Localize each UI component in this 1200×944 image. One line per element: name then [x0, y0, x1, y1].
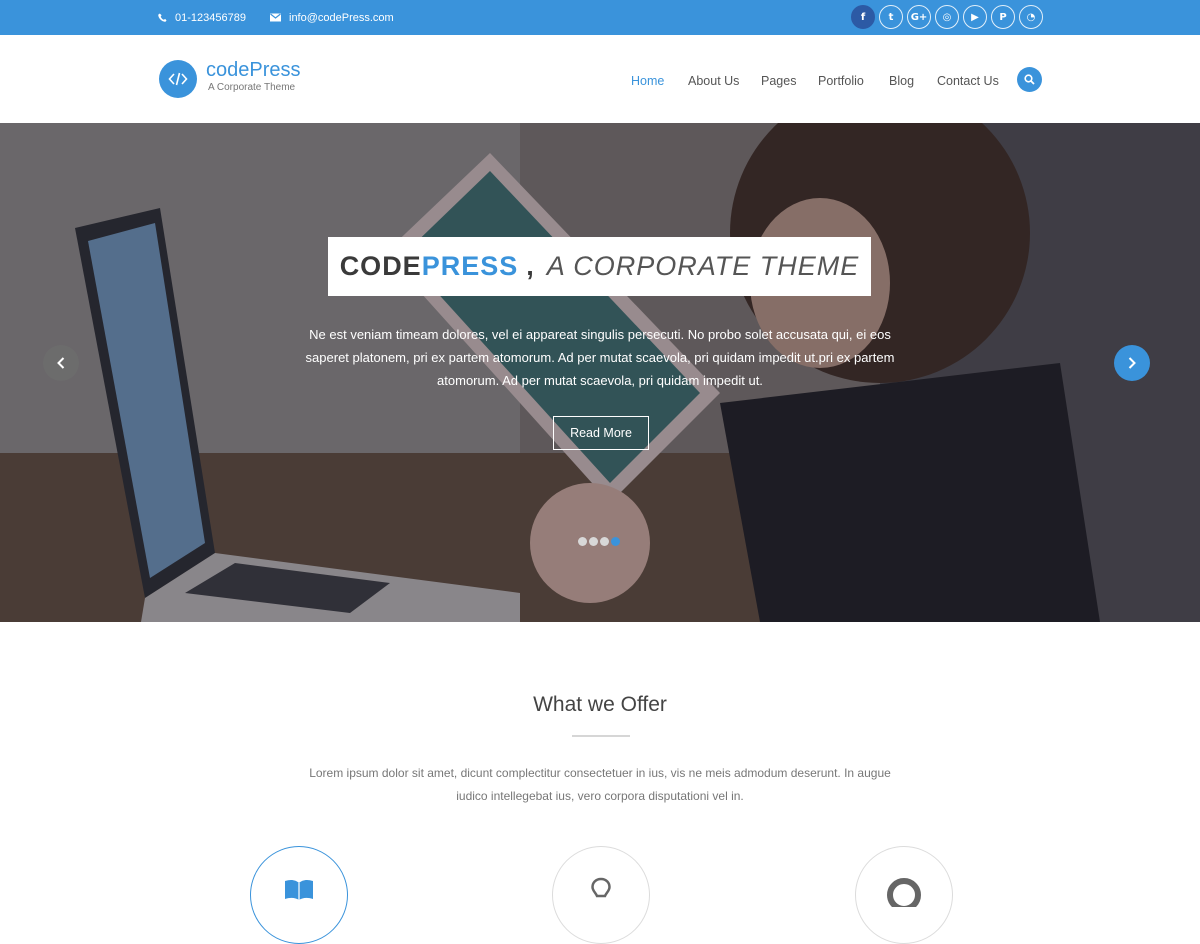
- slider-dot-4[interactable]: [611, 537, 620, 546]
- slider-dot-1[interactable]: [578, 537, 587, 546]
- code-icon: [168, 72, 188, 86]
- read-more-button[interactable]: Read More: [553, 416, 649, 450]
- feature-support[interactable]: [855, 846, 953, 944]
- search-button[interactable]: [1017, 67, 1042, 92]
- section-description: Lorem ipsum dolor sit amet, dicunt compl…: [309, 766, 891, 803]
- site-header: codePress A Corporate Theme Home About U…: [0, 35, 1200, 123]
- instagram-icon[interactable]: ◎: [935, 5, 959, 29]
- hero-title-press: PRESS: [421, 251, 519, 281]
- facebook-icon[interactable]: f: [851, 5, 875, 29]
- section-title: What we Offer: [533, 693, 667, 716]
- hero-description: Ne est veniam timeam dolores, vel ei app…: [305, 327, 895, 388]
- lightbulb-icon: [591, 877, 611, 898]
- book-icon: [285, 879, 313, 900]
- twitter-icon[interactable]: t: [879, 5, 903, 29]
- site-title[interactable]: codePress: [206, 59, 301, 82]
- lifebuoy-icon: [887, 878, 921, 907]
- search-icon: [1024, 74, 1035, 85]
- phone-icon: [158, 13, 167, 22]
- chevron-left-icon: [57, 357, 65, 369]
- hero-slider: CODE PRESS, A CORPORATE THEME Ne est venia…: [0, 123, 1200, 622]
- slider-dot-2[interactable]: [589, 537, 598, 546]
- hero-title-code: CODE: [339, 251, 422, 281]
- title-divider: [572, 735, 630, 737]
- contact-email[interactable]: info@codePress.com: [270, 0, 394, 35]
- envelope-icon: [270, 13, 281, 22]
- slider-dot-3[interactable]: [600, 537, 609, 546]
- logo-mark[interactable]: [159, 60, 197, 98]
- site-tagline: A Corporate Theme: [208, 82, 296, 93]
- nav-portfolio[interactable]: Portfolio: [818, 74, 864, 88]
- nav-about-us[interactable]: About Us: [688, 74, 739, 88]
- slider-prev-button[interactable]: [43, 345, 79, 381]
- phone-number: 01-123456789: [175, 11, 246, 24]
- hero-title-comma: ,: [526, 251, 535, 281]
- top-bar: 01-123456789 info@codePress.com f t G+ ◎ ▶ P ◔: [0, 0, 1200, 35]
- hero-title-tagline: A CORPORATE THEME: [546, 251, 860, 281]
- slider-pagination: [578, 537, 622, 546]
- rss-icon[interactable]: ◔: [1019, 5, 1043, 29]
- chevron-right-icon: [1128, 357, 1136, 369]
- pinterest-icon[interactable]: P: [991, 5, 1015, 29]
- email-address: info@codePress.com: [289, 11, 394, 24]
- social-links: f t G+ ◎ ▶ P ◔: [851, 5, 1047, 29]
- nav-home[interactable]: Home: [631, 74, 664, 88]
- hero-title: CODE PRESS, A CORPORATE THEME: [328, 237, 871, 296]
- slider-next-button[interactable]: [1114, 345, 1150, 381]
- feature-idea[interactable]: [552, 846, 650, 944]
- nav-contact-us[interactable]: Contact Us: [937, 74, 999, 88]
- feature-book[interactable]: [250, 846, 348, 944]
- youtube-icon[interactable]: ▶: [963, 5, 987, 29]
- nav-pages[interactable]: Pages: [761, 74, 796, 88]
- contact-phone[interactable]: 01-123456789: [158, 0, 246, 35]
- google-plus-icon[interactable]: G+: [907, 5, 931, 29]
- nav-blog[interactable]: Blog: [889, 74, 914, 88]
